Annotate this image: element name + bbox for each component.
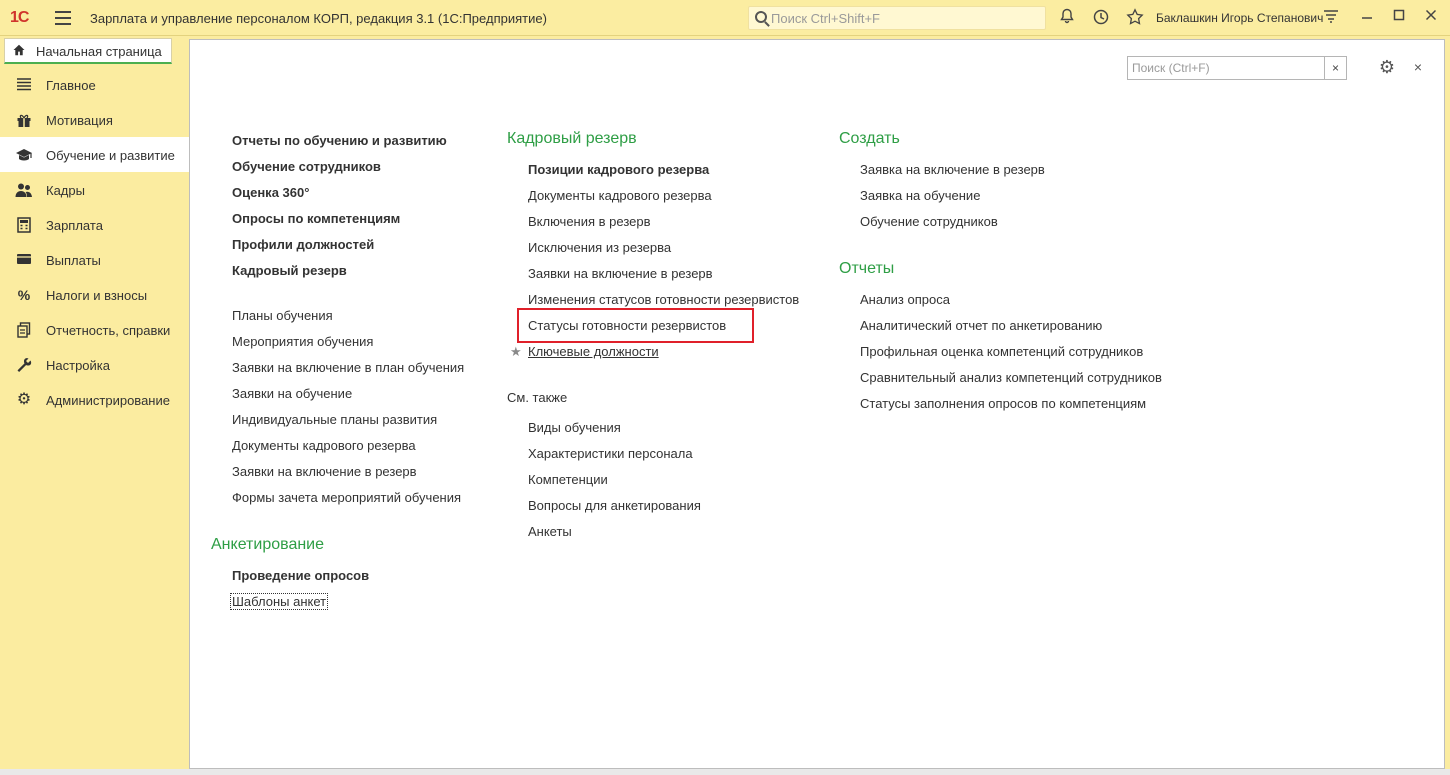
link-survey-analysis[interactable]: Анализ опроса (860, 292, 950, 307)
link-training-plans[interactable]: Планы обучения (232, 308, 333, 323)
link-assessment-360[interactable]: Оценка 360° (232, 185, 309, 200)
app-logo[interactable]: 1С (10, 9, 29, 27)
main-panel: Поиск (Ctrl+F) × ⚙ × Отчеты по обучению … (189, 39, 1445, 769)
title-bar: 1С Зарплата и управление персоналом КОРП… (0, 0, 1450, 36)
minimize-icon[interactable] (1357, 8, 1377, 28)
link-training-types[interactable]: Виды обучения (528, 420, 621, 435)
link-reserve-exclusions[interactable]: Исключения из резерва (528, 240, 671, 255)
global-search-placeholder: Поиск Ctrl+Shift+F (771, 11, 880, 26)
sidebar-item-taxes[interactable]: % Налоги и взносы (0, 277, 189, 312)
gift-icon (15, 112, 33, 128)
status-bar (0, 769, 1450, 775)
gear-icon: ⚙ (16, 391, 32, 408)
link-competencies[interactable]: Компетенции (528, 472, 608, 487)
panel-search-input[interactable]: Поиск (Ctrl+F) × (1127, 56, 1347, 80)
link-personnel-characteristics[interactable]: Характеристики персонала (528, 446, 693, 461)
link-reserve-inclusions[interactable]: Включения в резерв (528, 214, 651, 229)
search-icon (755, 11, 767, 23)
favorite-star-icon[interactable]: ★ (510, 344, 522, 360)
see-also-title: См. также (507, 390, 568, 405)
clear-search-icon[interactable]: × (1324, 57, 1346, 79)
link-position-profiles[interactable]: Профили должностей (232, 237, 374, 252)
sidebar-item-settings[interactable]: Настройка (0, 347, 189, 382)
sidebar: Главное Мотивация Обучение и развитие Ка… (0, 64, 189, 775)
section-create-title: Создать (839, 130, 900, 147)
link-competency-surveys[interactable]: Опросы по компетенциям (232, 211, 400, 226)
user-name[interactable]: Баклашкин Игорь Степанович (1156, 11, 1323, 25)
global-search-input[interactable]: Поиск Ctrl+Shift+F (748, 6, 1046, 30)
link-training-reports[interactable]: Отчеты по обучению и развитию (232, 133, 447, 148)
link-training-events[interactable]: Мероприятия обучения (232, 334, 373, 349)
tab-home-label: Начальная страница (36, 44, 162, 59)
people-icon (15, 182, 33, 198)
percent-icon: % (17, 287, 31, 303)
link-competency-profile-assessment[interactable]: Профильная оценка компетенций сотруднико… (860, 344, 1143, 359)
sidebar-item-label: Отчетность, справки (46, 323, 171, 338)
sidebar-item-administration[interactable]: ⚙ Администрирование (0, 382, 189, 417)
wallet-icon (15, 252, 33, 268)
panel-search-placeholder: Поиск (Ctrl+F) (1132, 61, 1210, 75)
link-survey-fill-statuses[interactable]: Статусы заполнения опросов по компетенци… (860, 396, 1146, 411)
link-create-training-request[interactable]: Заявка на обучение (860, 188, 980, 203)
link-create-employee-training[interactable]: Обучение сотрудников (860, 214, 998, 229)
link-reserve-requests[interactable]: Заявки на включение в резерв (528, 266, 713, 281)
section-reserve-title: Кадровый резерв (507, 130, 637, 147)
documents-icon (15, 322, 33, 338)
calculator-icon (15, 217, 33, 233)
maximize-icon[interactable] (1389, 8, 1409, 28)
section-reports-title: Отчеты (839, 260, 895, 277)
link-reserve-docs[interactable]: Документы кадрового резерва (528, 188, 712, 203)
link-personnel-reserve[interactable]: Кадровый резерв (232, 263, 347, 278)
link-key-positions[interactable]: Ключевые должности (528, 344, 659, 359)
sidebar-item-label: Кадры (46, 183, 85, 198)
graduation-cap-icon (15, 147, 33, 163)
link-conduct-surveys[interactable]: Проведение опросов (232, 568, 369, 583)
home-icon (13, 44, 25, 56)
window-title: Зарплата и управление персоналом КОРП, р… (90, 11, 547, 26)
link-survey-templates[interactable]: Шаблоны анкет (229, 593, 329, 610)
wrench-icon (15, 357, 33, 373)
close-panel-icon[interactable]: × (1410, 57, 1426, 77)
link-reserve-inclusion-requests[interactable]: Заявки на включение в резерв (232, 464, 417, 479)
favorites-star-icon[interactable] (1125, 8, 1145, 28)
bell-icon[interactable] (1057, 8, 1077, 28)
link-individual-dev-plans[interactable]: Индивидуальные планы развития (232, 412, 437, 427)
link-create-reserve-request[interactable]: Заявка на включение в резерв (860, 162, 1045, 177)
sidebar-item-label: Зарплата (46, 218, 103, 233)
sidebar-item-salary[interactable]: Зарплата (0, 207, 189, 242)
link-plan-inclusion-requests[interactable]: Заявки на включение в план обучения (232, 360, 464, 375)
sidebar-item-main[interactable]: Главное (0, 67, 189, 102)
link-survey-questions[interactable]: Вопросы для анкетирования (528, 498, 701, 513)
link-training-requests[interactable]: Заявки на обучение (232, 386, 352, 401)
sidebar-item-label: Выплаты (46, 253, 101, 268)
history-icon[interactable] (1091, 8, 1111, 28)
sidebar-item-motivation[interactable]: Мотивация (0, 102, 189, 137)
sidebar-item-payments[interactable]: Выплаты (0, 242, 189, 277)
main-menu-icon[interactable] (55, 11, 71, 25)
menu-lines-icon (15, 77, 33, 93)
link-training-credit-forms[interactable]: Формы зачета мероприятий обучения (232, 490, 461, 505)
sidebar-item-label: Главное (46, 78, 96, 93)
link-readiness-status-changes[interactable]: Изменения статусов готовности резервисто… (528, 292, 799, 307)
tab-home[interactable]: Начальная страница (4, 38, 172, 64)
sidebar-item-training[interactable]: Обучение и развитие (0, 137, 189, 172)
sidebar-item-label: Налоги и взносы (46, 288, 148, 303)
sidebar-item-label: Обучение и развитие (46, 148, 175, 163)
panel-settings-gear-icon[interactable]: ⚙ (1377, 57, 1397, 77)
link-readiness-statuses[interactable]: Статусы готовности резервистов (528, 318, 726, 333)
sidebar-item-label: Настройка (46, 358, 110, 373)
close-window-icon[interactable] (1421, 8, 1441, 28)
settings-lines-icon[interactable] (1321, 8, 1341, 28)
sidebar-item-personnel[interactable]: Кадры (0, 172, 189, 207)
sidebar-item-reporting[interactable]: Отчетность, справки (0, 312, 189, 347)
sidebar-item-label: Администрирование (46, 393, 170, 408)
link-reserve-documents[interactable]: Документы кадрового резерва (232, 438, 416, 453)
link-questionnaires[interactable]: Анкеты (528, 524, 572, 539)
link-competency-comparison[interactable]: Сравнительный анализ компетенций сотрудн… (860, 370, 1162, 385)
link-employee-training[interactable]: Обучение сотрудников (232, 159, 381, 174)
link-survey-analytics-report[interactable]: Аналитический отчет по анкетированию (860, 318, 1102, 333)
sidebar-item-label: Мотивация (46, 113, 113, 128)
link-reserve-positions[interactable]: Позиции кадрового резерва (528, 162, 709, 177)
section-surveys-title: Анкетирование (211, 536, 325, 553)
